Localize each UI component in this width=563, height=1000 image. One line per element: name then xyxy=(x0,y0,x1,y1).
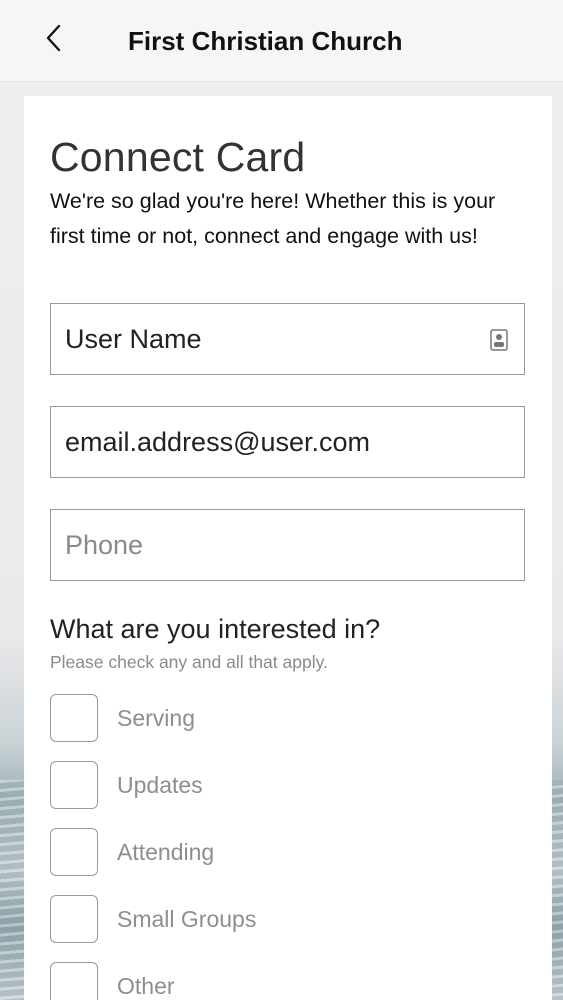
phone-field[interactable] xyxy=(50,509,525,581)
email-field[interactable] xyxy=(50,406,525,478)
option-other[interactable]: Other xyxy=(50,962,450,1000)
phone-input[interactable] xyxy=(65,529,465,561)
option-updates[interactable]: Updates xyxy=(50,761,450,809)
option-serving[interactable]: Serving xyxy=(50,694,450,742)
option-label: Attending xyxy=(117,838,215,865)
checkbox[interactable] xyxy=(50,761,98,809)
contact-card-icon[interactable] xyxy=(490,329,508,351)
user-name-input[interactable] xyxy=(65,323,465,355)
option-label: Serving xyxy=(117,704,195,731)
checkbox[interactable] xyxy=(50,962,98,1000)
page-title: First Christian Church xyxy=(128,26,403,56)
option-attending[interactable]: Attending xyxy=(50,828,450,876)
interests-hint: Please check any and all that apply. xyxy=(50,652,328,672)
back-button[interactable] xyxy=(34,18,74,58)
intro-text: We're so glad you're here! Whether this … xyxy=(50,189,496,248)
checkbox[interactable] xyxy=(50,694,98,742)
user-name-field[interactable] xyxy=(50,303,525,375)
email-input[interactable] xyxy=(65,426,465,458)
connect-card-form: Connect Card We're so glad you're here! … xyxy=(24,96,552,1000)
chevron-left-icon xyxy=(46,24,61,52)
interests-question: What are you interested in? xyxy=(50,614,381,644)
option-small-groups[interactable]: Small Groups xyxy=(50,895,450,943)
option-label: Small Groups xyxy=(117,905,257,932)
app-header: First Christian Church xyxy=(0,0,563,82)
option-label: Updates xyxy=(117,771,203,798)
form-title: Connect Card xyxy=(50,134,306,180)
checkbox[interactable] xyxy=(50,828,98,876)
checkbox[interactable] xyxy=(50,895,98,943)
option-label: Other xyxy=(117,972,175,999)
